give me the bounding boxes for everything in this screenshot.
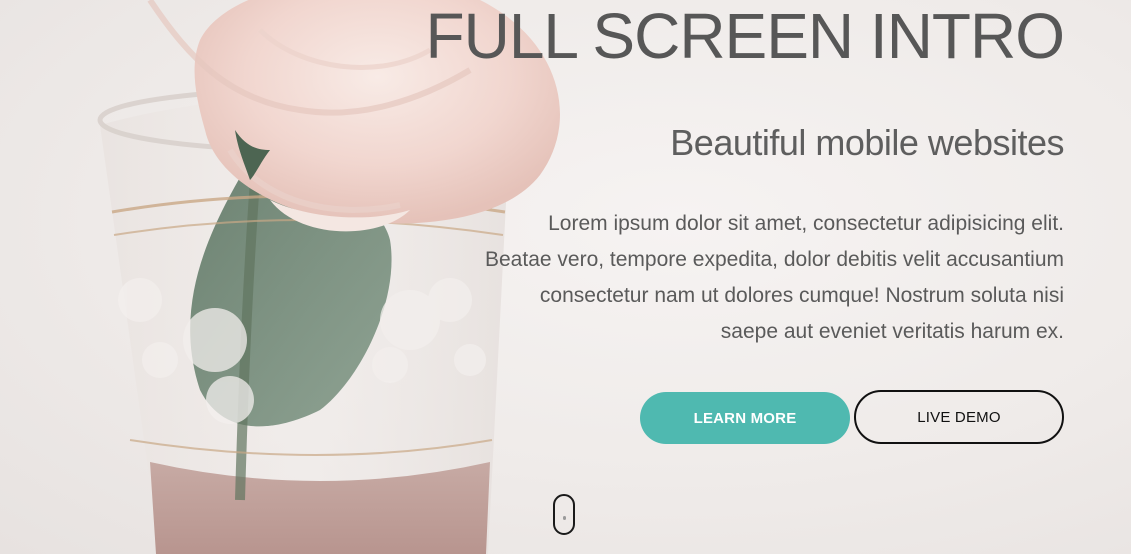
- hero-description: Lorem ipsum dolor sit amet, consectetur …: [364, 206, 1064, 350]
- live-demo-button[interactable]: LIVE DEMO: [854, 390, 1064, 444]
- scroll-wheel-dot: [563, 516, 566, 520]
- description-line: Lorem ipsum dolor sit amet, consectetur …: [548, 212, 1064, 235]
- hero-section: FULL SCREEN INTRO Beautiful mobile websi…: [0, 0, 1131, 554]
- hero-subtitle: Beautiful mobile websites: [670, 122, 1064, 163]
- hero-title: FULL SCREEN INTRO: [425, 0, 1065, 72]
- description-line: consectetur nam ut dolores cumque! Nostr…: [539, 284, 1064, 307]
- description-line: saepe aut eveniet veritatis harum ex.: [720, 320, 1064, 343]
- description-line: Beatae vero, tempore expedita, dolor deb…: [485, 248, 1064, 271]
- mouse-scroll-icon[interactable]: [553, 494, 575, 535]
- hero-actions: LEARN MORE LIVE DEMO: [640, 390, 1064, 444]
- learn-more-button[interactable]: LEARN MORE: [640, 392, 850, 444]
